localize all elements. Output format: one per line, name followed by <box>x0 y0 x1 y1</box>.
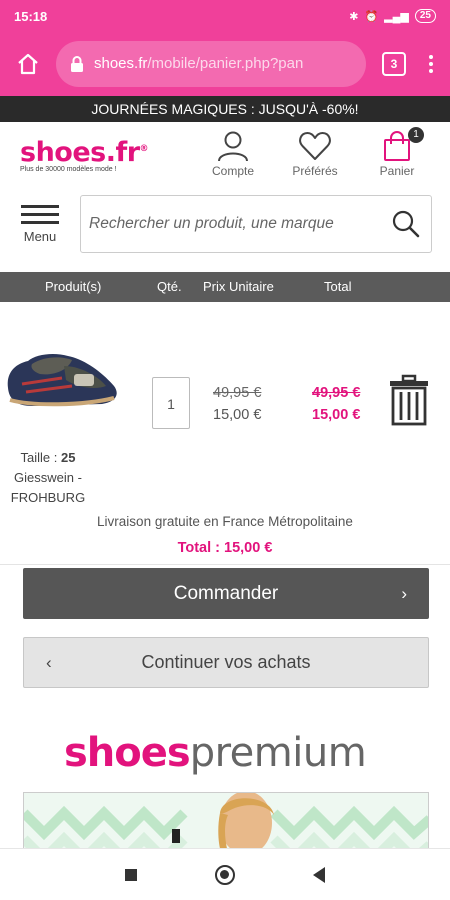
promo-banner[interactable]: JOURNÉES MAGIQUES : JUSQU'À -60%! <box>0 96 450 122</box>
lock-icon <box>71 56 83 72</box>
unit-price-old: 49,95 € <box>213 385 262 401</box>
header-product: Produit(s) <box>45 279 102 294</box>
site-header: shoes.fr® Plus de 30000 modèles mode ! C… <box>0 122 450 186</box>
continue-shopping-button[interactable]: ‹ Continuer vos achats <box>23 637 429 688</box>
quantity-input[interactable]: 1 <box>152 377 190 429</box>
url-path: /mobile/panier.php?pan <box>147 55 304 72</box>
account-icon <box>218 131 248 162</box>
alarm-icon: ⏰ <box>364 10 379 23</box>
cart-count-badge: 1 <box>408 127 424 143</box>
delivery-note: Livraison gratuite en France Métropolita… <box>97 514 353 529</box>
status-bar: 15:18 ✱ ⏰ ▂▄▆ 25 <box>0 0 450 32</box>
heart-icon <box>299 132 331 160</box>
status-time: 15:18 <box>14 8 48 24</box>
logo-text: shoes.fr® <box>20 136 149 168</box>
header-total: Total <box>324 279 352 294</box>
premium-banner-image[interactable] <box>23 792 429 852</box>
header-unit-price: Prix Unitaire <box>203 279 274 294</box>
logo-tagline: Plus de 30000 modèles mode ! <box>20 165 117 173</box>
cart-item: Taille : 25 Giesswein - FROHBURG 1 49,95… <box>0 302 450 532</box>
battery-indicator: 25 <box>414 9 436 23</box>
item-name[interactable]: Giesswein - FROHBURG <box>0 468 96 508</box>
premium-logo[interactable]: shoespremium <box>64 730 367 776</box>
search-row: Menu <box>0 186 450 262</box>
search-input[interactable] <box>89 215 391 233</box>
cart-button[interactable]: 1 Panier <box>356 127 438 178</box>
search-icon[interactable] <box>391 209 421 239</box>
browser-toolbar: shoes.fr/mobile/panier.php?pan 3 <box>0 32 450 96</box>
status-icons: ✱ ⏰ ▂▄▆ 25 <box>349 9 436 23</box>
tabs-icon[interactable]: 3 <box>382 52 406 76</box>
menu-button[interactable]: Menu <box>18 204 62 244</box>
total-price-old: 49,95 € <box>312 385 361 401</box>
home-nav-icon[interactable] <box>215 864 235 885</box>
menu-label: Menu <box>23 228 57 244</box>
item-info: Taille : 25 Giesswein - FROHBURG <box>0 448 96 508</box>
item-size: Taille : 25 <box>20 450 76 465</box>
favorites-button[interactable]: Préférés <box>274 130 356 178</box>
search-box <box>80 195 432 253</box>
system-nav-bar <box>0 848 450 900</box>
site-logo[interactable]: shoes.fr® Plus de 30000 modèles mode ! <box>20 136 192 173</box>
cart-table-header: Produit(s) Qté. Prix Unitaire Total <box>0 272 450 302</box>
menu-icon <box>21 204 59 229</box>
order-label: Commander <box>173 582 279 604</box>
unit-price-new: 15,00 € <box>213 407 262 423</box>
home-button[interactable] <box>10 46 46 82</box>
continue-label: Continuer vos achats <box>141 652 311 672</box>
order-button[interactable]: Commander › <box>23 568 429 619</box>
home-icon <box>18 53 38 75</box>
signal-icon: ▂▄▆ <box>384 10 409 23</box>
header-qty: Qté. <box>157 279 182 294</box>
more-icon[interactable] <box>422 55 440 73</box>
divider <box>0 564 450 565</box>
total-price-new: 15,00 € <box>312 407 361 423</box>
url-host: shoes.fr <box>94 55 148 72</box>
cart-total: Total : 15,00 € <box>177 540 273 556</box>
address-bar[interactable]: shoes.fr/mobile/panier.php?pan <box>56 41 366 87</box>
chevron-left-icon: ‹ <box>46 652 52 672</box>
chevron-right-icon: › <box>401 583 407 603</box>
account-button[interactable]: Compte <box>192 130 274 178</box>
bluetooth-icon: ✱ <box>349 10 359 23</box>
recent-apps-icon[interactable] <box>125 868 137 881</box>
cart-label: Panier <box>379 164 415 178</box>
account-label: Compte <box>211 164 255 178</box>
product-image[interactable] <box>2 344 120 410</box>
favorites-label: Préférés <box>292 164 338 178</box>
back-icon[interactable] <box>313 866 325 883</box>
trash-icon[interactable] <box>388 374 430 426</box>
